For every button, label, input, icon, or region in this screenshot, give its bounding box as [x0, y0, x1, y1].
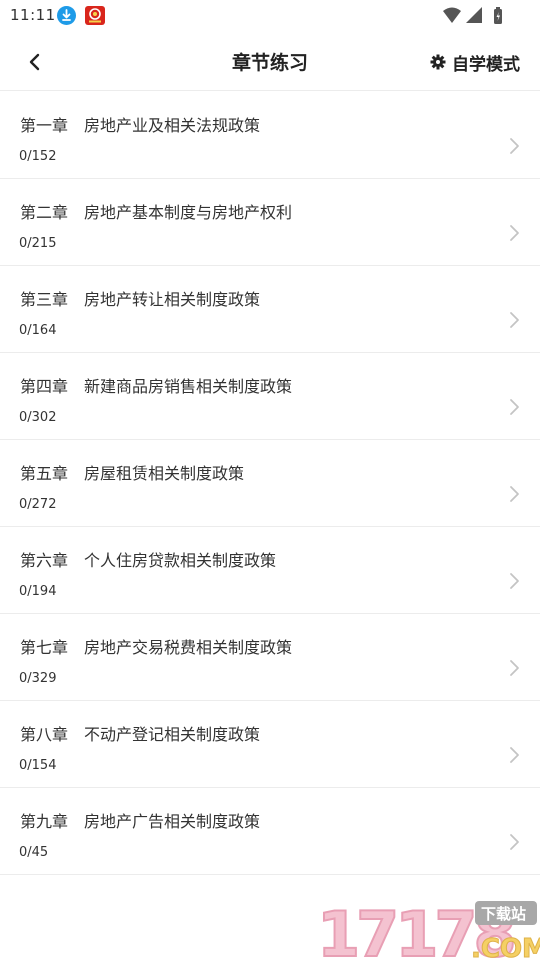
chapter-progress: 0/154 — [19, 758, 57, 773]
chapter-item-7[interactable]: 第七章 房地产交易税费相关制度政策 0/329 — [0, 614, 540, 701]
site-watermark-logo: 17178 下载站 .COM — [315, 897, 540, 960]
chevron-right-icon — [510, 312, 519, 328]
chapter-number: 第一章 — [20, 116, 69, 135]
chapter-name: 房地产转让相关制度政策 — [84, 290, 261, 309]
chevron-right-icon — [510, 486, 519, 502]
chapter-number: 第五章 — [20, 464, 69, 483]
chapter-progress: 0/272 — [19, 497, 57, 512]
status-time: 11:11 — [10, 6, 56, 24]
chapter-progress: 0/194 — [19, 584, 57, 599]
chevron-right-icon — [510, 225, 519, 241]
chapter-name: 个人住房贷款相关制度政策 — [84, 551, 277, 570]
chapter-title: 第四章 新建商品房销售相关制度政策 — [20, 373, 292, 397]
self-study-mode-button[interactable]: 自学模式 — [430, 50, 520, 75]
chapter-title: 第六章 个人住房贷款相关制度政策 — [20, 547, 276, 571]
chapter-name: 不动产登记相关制度政策 — [84, 725, 261, 744]
chevron-right-icon — [510, 138, 519, 154]
chapter-list: 第一章 房地产业及相关法规政策 0/152 第二章 房地产基本制度与房地产权利 0/… — [0, 92, 540, 875]
chapter-title: 第七章 房地产交易税费相关制度政策 — [20, 634, 292, 658]
chapter-item-2[interactable]: 第二章 房地产基本制度与房地产权利 0/215 — [0, 179, 540, 266]
download-icon — [57, 6, 76, 25]
chapter-item-1[interactable]: 第一章 房地产业及相关法规政策 0/152 — [0, 92, 540, 179]
chevron-right-icon — [510, 747, 519, 763]
chapter-number: 第八章 — [20, 725, 69, 744]
chapter-number: 第三章 — [20, 290, 69, 309]
gear-icon — [430, 54, 446, 70]
app-notification-icon — [85, 6, 105, 25]
chapter-item-9[interactable]: 第九章 房地产广告相关制度政策 0/45 — [0, 788, 540, 875]
chapter-progress: 0/302 — [19, 410, 57, 425]
chapter-progress: 0/329 — [19, 671, 57, 686]
chapter-title: 第九章 房地产广告相关制度政策 — [20, 808, 260, 832]
chapter-item-8[interactable]: 第八章 不动产登记相关制度政策 0/154 — [0, 701, 540, 788]
svg-text:下载站: 下载站 — [481, 905, 526, 923]
chevron-right-icon — [510, 834, 519, 850]
chapter-title: 第八章 不动产登记相关制度政策 — [20, 721, 260, 745]
wifi-icon — [443, 7, 461, 23]
svg-text:.COM: .COM — [471, 934, 540, 960]
app-header: 章节练习 自学模式 — [0, 32, 540, 91]
chapter-title: 第一章 房地产业及相关法规政策 — [20, 112, 260, 136]
chapter-item-3[interactable]: 第三章 房地产转让相关制度政策 0/164 — [0, 266, 540, 353]
chapter-progress: 0/45 — [19, 845, 49, 860]
chapter-item-6[interactable]: 第六章 个人住房贷款相关制度政策 0/194 — [0, 527, 540, 614]
status-bar: 11:11 — [0, 0, 540, 32]
chapter-name: 房地产业及相关法规政策 — [84, 116, 261, 135]
chapter-name: 新建商品房销售相关制度政策 — [84, 377, 293, 396]
chapter-number: 第九章 — [20, 812, 69, 831]
chapter-title: 第五章 房屋租赁相关制度政策 — [20, 460, 244, 484]
chapter-item-5[interactable]: 第五章 房屋租赁相关制度政策 0/272 — [0, 440, 540, 527]
battery-icon — [494, 7, 502, 24]
chevron-right-icon — [510, 399, 519, 415]
chapter-name: 房屋租赁相关制度政策 — [84, 464, 245, 483]
chapter-progress: 0/152 — [19, 149, 57, 164]
chapter-name: 房地产广告相关制度政策 — [84, 812, 261, 831]
system-status-icons — [442, 6, 506, 26]
chapter-title: 第三章 房地产转让相关制度政策 — [20, 286, 260, 310]
chapter-name: 房地产交易税费相关制度政策 — [84, 638, 293, 657]
chapter-number: 第六章 — [20, 551, 69, 570]
mode-label: 自学模式 — [452, 54, 520, 75]
chapter-number: 第七章 — [20, 638, 69, 657]
chapter-progress: 0/215 — [19, 236, 57, 251]
chapter-progress: 0/164 — [19, 323, 57, 338]
chapter-item-4[interactable]: 第四章 新建商品房销售相关制度政策 0/302 — [0, 353, 540, 440]
chapter-number: 第二章 — [20, 203, 69, 222]
signal-icon — [466, 7, 482, 23]
chevron-right-icon — [510, 660, 519, 676]
chevron-right-icon — [510, 573, 519, 589]
chapter-number: 第四章 — [20, 377, 69, 396]
chapter-title: 第二章 房地产基本制度与房地产权利 — [20, 199, 292, 223]
chapter-name: 房地产基本制度与房地产权利 — [84, 203, 293, 222]
